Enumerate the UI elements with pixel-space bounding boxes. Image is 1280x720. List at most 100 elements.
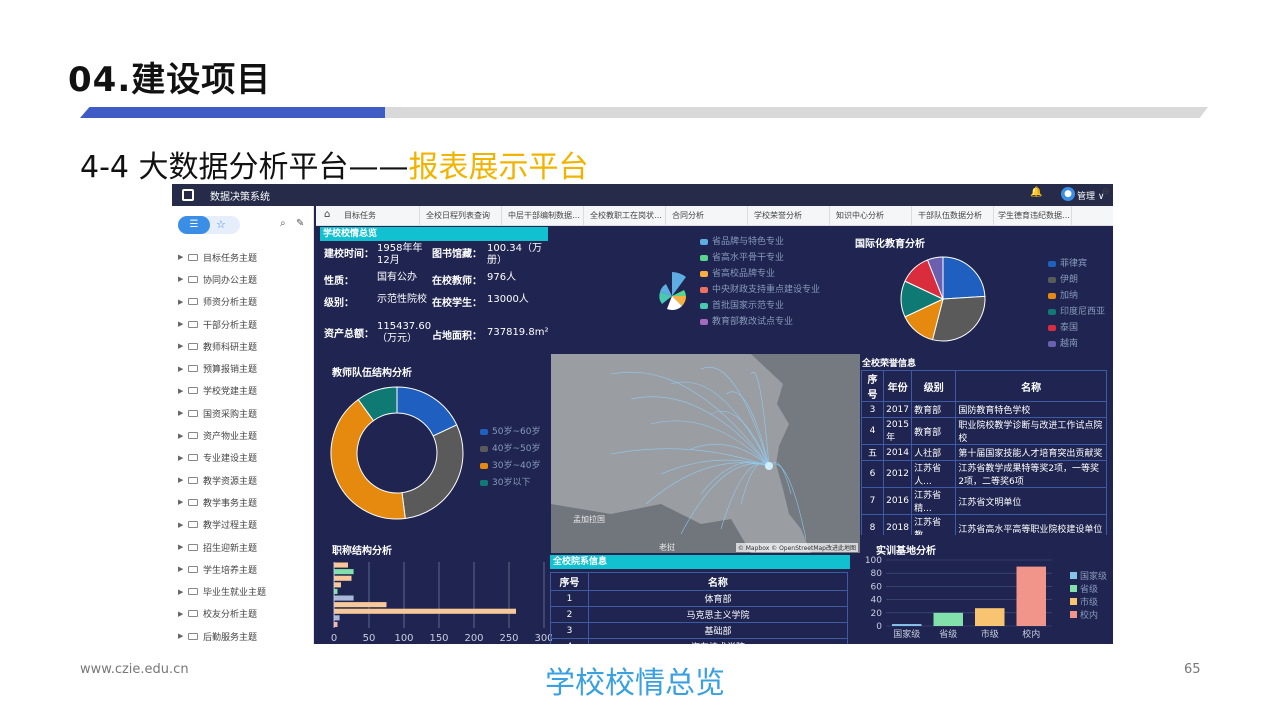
sidebar-item[interactable]: ▶ 国资采购主题 — [172, 402, 314, 424]
sidebar-item[interactable]: ▶ 招生迎新主题 — [172, 536, 314, 558]
tab-item[interactable]: 知识中心分析 — [830, 206, 912, 226]
legend-swatch — [1070, 598, 1077, 605]
tab-item[interactable]: 学校荣誉分析 — [748, 206, 830, 226]
expand-arrow-icon[interactable]: ▶ — [178, 632, 188, 640]
teacher-legend-item: 40岁~50岁 — [480, 441, 540, 454]
favorites-star-icon[interactable]: ☆ — [216, 218, 226, 231]
expand-arrow-icon[interactable]: ▶ — [178, 521, 188, 529]
tab-item[interactable]: 全校教职工在岗状… — [584, 206, 666, 226]
search-icon[interactable]: ⌕ — [280, 218, 286, 229]
sidebar-item[interactable]: ▶ 师资分析主题 — [172, 291, 314, 313]
table-row[interactable]: 1 体育部 — [550, 590, 849, 607]
footer-url: www.czie.edu.cn — [80, 662, 189, 677]
table-cell: 6 — [861, 460, 885, 488]
tick-label: 100 — [865, 556, 882, 566]
tab-item[interactable]: 合同分析 — [666, 206, 748, 226]
category-label: 国家级 — [893, 628, 920, 640]
sidebar-item[interactable]: ▶ 资产物业主题 — [172, 424, 314, 446]
expand-arrow-icon[interactable]: ▶ — [178, 387, 188, 395]
table-row[interactable]: 3 2017 教育部 国防教育特色学校 — [861, 401, 1107, 418]
tab-item[interactable]: 学生德育违纪数据… — [992, 206, 1072, 226]
home-icon[interactable]: ⌂ — [324, 209, 330, 220]
table-cell: 2012 — [883, 460, 913, 488]
expand-arrow-icon[interactable]: ▶ — [178, 454, 188, 462]
sidebar-item[interactable]: ▶ 协同办公主题 — [172, 268, 314, 290]
overview-field-value: 976人 — [487, 272, 517, 283]
expand-arrow-icon[interactable]: ▶ — [178, 365, 188, 373]
category-label: 校内 — [1022, 628, 1040, 640]
sidebar-item[interactable]: ▶ 目标任务主题 — [172, 246, 314, 268]
table-row[interactable]: 4 2015年 教育部 职业院校教学诊断与改进工作试点院校 — [861, 417, 1107, 445]
overview-field-value: 115437.60（万元） — [377, 321, 432, 344]
table-row[interactable]: 五 2014 人社部 第十届国家技能人才培育突出贡献奖 — [861, 444, 1107, 461]
sidebar-item[interactable]: ▶ 教学资源主题 — [172, 469, 314, 491]
expand-arrow-icon[interactable]: ▶ — [178, 476, 188, 484]
training-bar-chart: 020406080100国家级 省级 市级 校内国家级省级市级校内 — [865, 556, 1107, 640]
legend-label: 省品牌与特色专业 — [712, 237, 785, 247]
legend-swatch — [1070, 611, 1077, 618]
expand-arrow-icon[interactable]: ▶ — [178, 498, 188, 506]
bar — [334, 615, 340, 621]
more-tabs-icon[interactable]: ⊖ — [1102, 187, 1110, 197]
overview-header: 学校校情总览 — [320, 227, 548, 241]
sidebar-item[interactable]: ▶ 教学过程主题 — [172, 514, 314, 536]
table-row[interactable]: 6 2012 江苏省人... 江苏省教学成果特等奖2项，一等奖2项，二等奖6项 — [861, 460, 1107, 488]
map-panel[interactable]: 孟加拉国 老挝 © Mapbox © OpenStreetMap改进此地图 — [551, 354, 860, 553]
expand-arrow-icon[interactable]: ▶ — [178, 610, 188, 618]
bar — [1016, 566, 1046, 626]
expand-arrow-icon[interactable]: ▶ — [178, 320, 188, 328]
sidebar-item-label: 师资分析主题 — [203, 298, 258, 309]
expand-arrow-icon[interactable]: ▶ — [178, 342, 188, 350]
sidebar-item[interactable]: ▶ 毕业生就业主题 — [172, 580, 314, 602]
honors-scroll[interactable]: 序号 年份 级别 名称 3 2017 教育部 国防教育特色学校 4 2015年 教育部 职业院校教学诊… — [861, 370, 1107, 535]
table-row[interactable]: 4汽车技术学院 — [550, 638, 849, 644]
tab-item[interactable]: 全校日程列表查询 — [420, 206, 502, 226]
table-cell: 基础部 — [587, 622, 849, 639]
expand-arrow-icon[interactable]: ▶ — [178, 543, 188, 551]
table-cell: 江苏省教... — [911, 514, 957, 535]
sidebar-item[interactable]: ▶ 教师科研主题 — [172, 335, 314, 357]
expand-arrow-icon[interactable]: ▶ — [178, 298, 188, 306]
sidebar-item-label: 招生迎新主题 — [203, 543, 258, 554]
column-header: 年份 — [883, 370, 913, 402]
category-label: 市级 — [981, 628, 999, 640]
table-cell: 江苏省人... — [911, 460, 957, 488]
expand-arrow-icon[interactable]: ▶ — [178, 275, 188, 283]
sidebar-item[interactable]: ▶ 学生培养主题 — [172, 558, 314, 580]
departments-scroll[interactable]: 序号名称1体育部2马克思主义学院3基础部4汽车技术学院 — [550, 572, 850, 644]
pin-icon[interactable]: ✎ — [296, 218, 304, 229]
sidebar-item[interactable]: ▶ 预算报销主题 — [172, 357, 314, 379]
sidebar-item[interactable]: ▶ 学校党建主题 — [172, 380, 314, 402]
table-cell: 8 — [861, 514, 885, 535]
intl-pie-chart — [900, 256, 986, 342]
expand-arrow-icon[interactable]: ▶ — [178, 565, 188, 573]
sidebar-item[interactable]: ▶ 教学事务主题 — [172, 491, 314, 513]
tick-label: 100 — [394, 633, 413, 644]
tick-label: 20 — [871, 609, 883, 619]
titles-title: 职称结构分析 — [332, 546, 392, 557]
sidebar-item[interactable]: ▶ 后勤服务主题 — [172, 625, 314, 644]
user-menu[interactable]: 管理 ∨ — [1077, 189, 1104, 202]
table-cell: 2 — [550, 606, 589, 623]
sidebar-item[interactable]: ▶ 专业建设主题 — [172, 447, 314, 469]
expand-arrow-icon[interactable]: ▶ — [178, 253, 188, 261]
sidebar-item[interactable]: ▶ 校友分析主题 — [172, 603, 314, 625]
table-row[interactable]: 7 2016 江苏省精... 江苏省文明单位 — [861, 487, 1107, 515]
table-row[interactable]: 82018江苏省教...江苏省高水平高等职业院校建设单位 — [861, 514, 1107, 535]
training-title: 实训基地分析 — [876, 546, 936, 557]
tab-item[interactable]: 中层干部编制数据… — [502, 206, 584, 226]
tab-item[interactable]: 干部队伍数据分析 — [912, 206, 994, 226]
bell-icon[interactable]: 🔔 — [1030, 187, 1042, 198]
legend-swatch — [1048, 260, 1056, 267]
tick-label: 50 — [363, 633, 376, 644]
tab-item[interactable]: 目标任务 — [338, 206, 420, 226]
avatar[interactable]: ● — [1061, 187, 1075, 201]
sidebar-item[interactable]: ▶ 干部分析主题 — [172, 313, 314, 335]
expand-arrow-icon[interactable]: ▶ — [178, 588, 188, 596]
expand-arrow-icon[interactable]: ▶ — [178, 432, 188, 440]
list-view-tab[interactable]: ☰ — [178, 216, 210, 234]
table-row[interactable]: 2 马克思主义学院 — [550, 606, 849, 623]
table-row[interactable]: 3 基础部 — [550, 622, 849, 639]
honors-table: 序号 年份 级别 名称 3 2017 教育部 国防教育特色学校 4 2015年 教育部 职业院校教学诊… — [861, 370, 1107, 535]
expand-arrow-icon[interactable]: ▶ — [178, 409, 188, 417]
